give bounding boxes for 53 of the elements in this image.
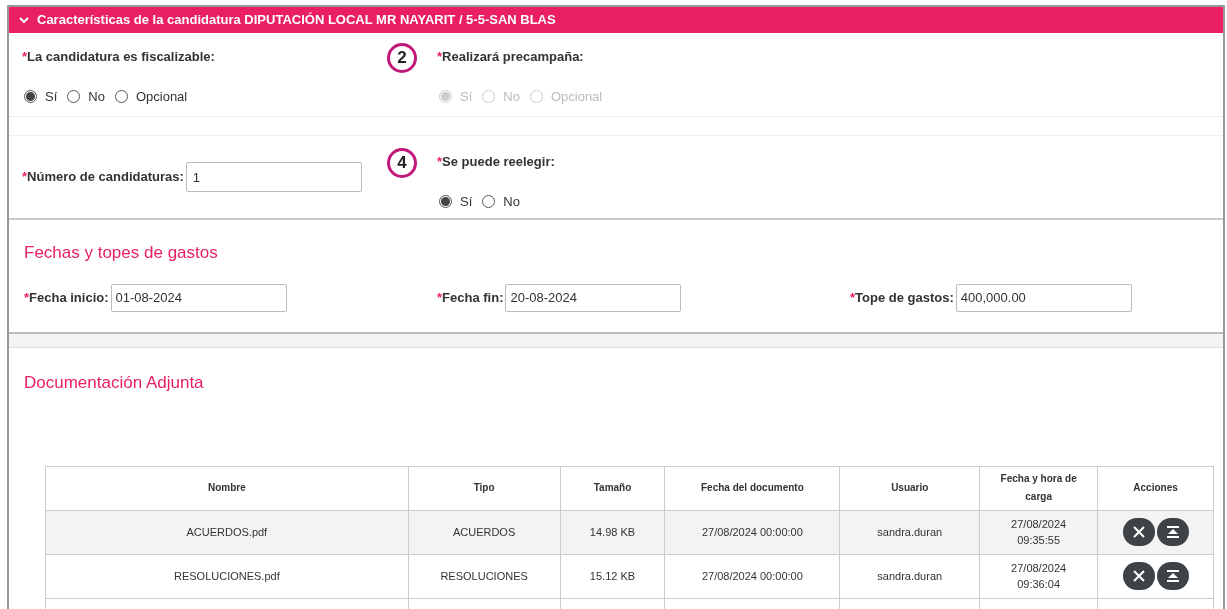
column-header: Tipo (407, 466, 560, 510)
column-header: Fecha del documento (664, 466, 840, 510)
field-label: *Número de candidaturas: (22, 168, 184, 187)
table-cell: sandra.duran (839, 510, 980, 554)
input-field[interactable]: 400,000.00 (955, 283, 1132, 312)
column-header: Fecha y hora de carga (979, 466, 1098, 510)
radio-label: Opcional (135, 87, 188, 106)
table-cell: 14.98 KB (559, 510, 665, 554)
close-icon (1132, 570, 1145, 582)
radio-label: No (88, 87, 105, 106)
field-label: *La candidatura es fiscalizable: (22, 48, 215, 66)
column-header: Usuario (839, 466, 980, 510)
step-marker: 4 (387, 148, 417, 178)
section-title: Fechas y topes de gastos (24, 242, 219, 264)
table-cell: 27/08/2024 09:35:55 (979, 510, 1098, 554)
upload-button[interactable] (1156, 562, 1189, 590)
field-label: *Se puede reelegir: (437, 153, 555, 171)
panel-header[interactable]: Características de la candidatura DIPUTACIÓN LOCAL MR NAYARIT / 5-5-SAN BLAS (9, 7, 1223, 33)
field-label: *Tope de gastos: (850, 288, 954, 307)
field-label: *Fecha inicio: (24, 288, 109, 307)
delete-button[interactable] (1122, 518, 1155, 546)
input-field[interactable]: 01-08-2024 (110, 283, 287, 312)
panel-title: Características de la candidatura DIPUTACIÓN LOCAL MR NAYARIT / 5-5-SAN BLAS (37, 11, 556, 30)
column-header: Tamaño (559, 466, 665, 510)
table-cell: 15.12 KB (559, 554, 665, 598)
section-title: Documentación Adjunta (24, 373, 204, 392)
field-label: *Fecha fin: (437, 288, 504, 307)
radio-label: Sí (45, 87, 58, 106)
step-marker: 2 (387, 43, 417, 73)
upload-icon (1165, 526, 1180, 538)
table-cell: 27/08/2024 00:00:00 (664, 510, 840, 554)
input-field[interactable]: 1 (185, 162, 362, 192)
table-cell: 27/08/2024 00:00:00 (664, 554, 840, 598)
input-field[interactable]: 20-08-2024 (505, 283, 682, 312)
table-cell: RESOLUCIONES (407, 554, 560, 598)
radio-label: No (503, 192, 520, 211)
radio-label: Sí (460, 87, 473, 106)
table-cell-text: ACUERDOS.pdf (185, 525, 269, 540)
delete-button[interactable] (1122, 562, 1155, 590)
upload-button[interactable] (1156, 518, 1189, 546)
table-cell: ACUERDOS (407, 510, 560, 554)
column-header: Nombre (206, 481, 247, 495)
radio-label: Sí (460, 192, 473, 211)
field-label: *Realizará precampaña: (437, 48, 584, 66)
close-icon (1132, 526, 1145, 538)
chevron-down-icon (19, 16, 29, 24)
table-cell: 27/08/2024 09:36:04 (979, 554, 1098, 598)
table-cell-text: RESOLUCIONES.pdf (172, 569, 281, 584)
table-cell: sandra.duran (839, 554, 980, 598)
radio-label: No (503, 87, 520, 106)
radio-label: Opcional (550, 87, 603, 106)
column-header: Acciones (1097, 466, 1213, 510)
upload-icon (1165, 570, 1180, 582)
